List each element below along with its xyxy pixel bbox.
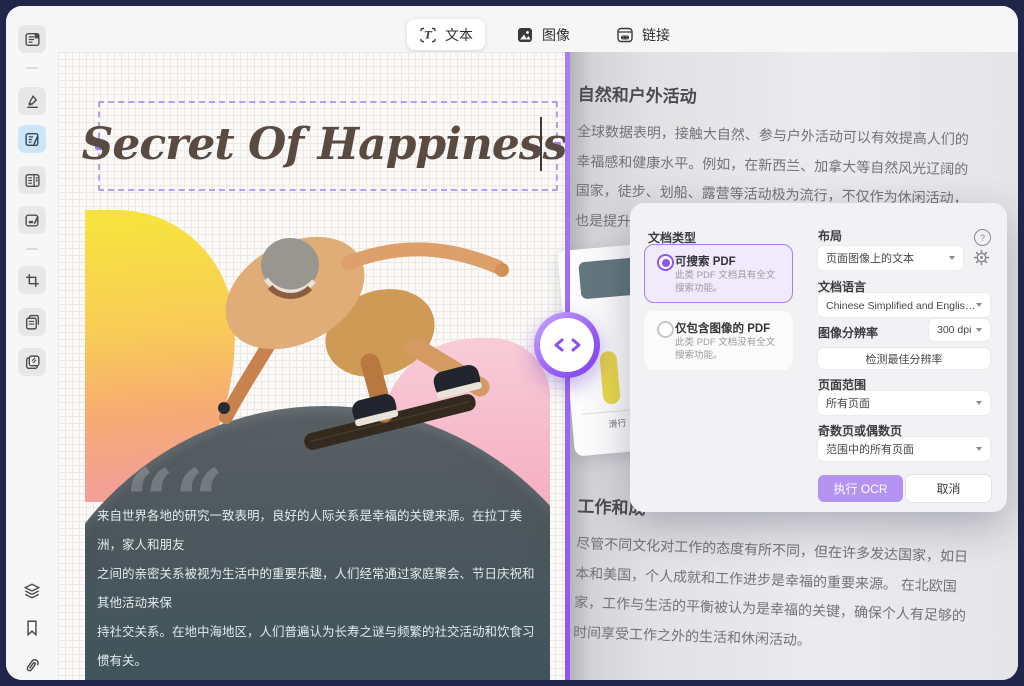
- quote-line: 来自世界各地的研究一致表明，良好的人际关系是幸福的关键来源。在拉丁美洲，家人和朋…: [97, 502, 544, 560]
- paperclip-icon: [23, 657, 41, 675]
- resolution-select[interactable]: 300 dpi: [929, 319, 990, 341]
- cancel-label: 取消: [936, 480, 960, 497]
- pages-tool-button[interactable]: [18, 308, 46, 336]
- edit-tool-button[interactable]: [18, 125, 46, 153]
- radio-selected-icon[interactable]: [657, 254, 674, 271]
- title-selection-box[interactable]: Secret Of Happiness: [98, 101, 558, 191]
- card-caption: 滑行: [608, 416, 627, 431]
- crop-icon: [24, 272, 41, 289]
- link-tool-icon: [616, 26, 634, 44]
- cancel-button[interactable]: 取消: [906, 475, 991, 502]
- stamp-icon: [24, 354, 41, 371]
- document-title[interactable]: Secret Of Happiness: [114, 109, 534, 179]
- option-description: 此类 PDF 文档具有全文搜索功能。: [675, 270, 781, 295]
- scan-heading-nature: 自然和户外活动: [577, 80, 979, 113]
- help-icon[interactable]: ?: [974, 229, 991, 246]
- resolution-label: 图像分辨率: [818, 324, 878, 341]
- text-tool-icon: T: [419, 26, 437, 44]
- layers-panel-button[interactable]: [20, 579, 44, 603]
- language-select[interactable]: Chinese Simplified and English-简...: [818, 293, 990, 317]
- sign-tool-button[interactable]: [18, 206, 46, 234]
- svg-text:T: T: [424, 30, 433, 41]
- chevron-left-icon: [553, 338, 564, 352]
- tab-link[interactable]: 链接: [604, 19, 682, 50]
- quote-paragraph[interactable]: 来自世界各地的研究一致表明，良好的人际关系是幸福的关键来源。在拉丁美洲，家人和朋…: [97, 502, 544, 676]
- option-description: 此类 PDF 文档没有全文搜索功能。: [675, 337, 781, 362]
- annotate-tool-button[interactable]: [18, 25, 46, 53]
- quote-line: 之间的亲密关系被视为生活中的重要乐趣，人们经常通过家庭聚会、节日庆祝和其他活动来…: [97, 560, 544, 618]
- layout-label: 布局: [818, 227, 842, 244]
- page-range-select[interactable]: 所有页面: [818, 391, 990, 415]
- chevron-down-icon: [976, 328, 982, 332]
- page-range-value: 所有页面: [826, 395, 870, 411]
- gear-icon[interactable]: [973, 249, 990, 266]
- text-cursor: [540, 117, 542, 171]
- stamp-tool-button[interactable]: [18, 348, 46, 376]
- option-label: 仅包含图像的 PDF: [675, 320, 770, 336]
- app-window: T 文本 图像 链接 Secret Of Happiness: [6, 6, 1018, 680]
- pages-icon: [24, 314, 41, 331]
- layout-value: 页面图像上的文本: [826, 250, 914, 266]
- bookmarks-panel-button[interactable]: [20, 616, 44, 640]
- top-toolbar: T 文本 图像 链接: [58, 6, 1018, 52]
- sign-icon: [24, 212, 41, 229]
- form-icon: [24, 172, 41, 189]
- tab-text[interactable]: T 文本: [407, 19, 485, 50]
- layout-select[interactable]: 页面图像上的文本: [818, 246, 963, 270]
- odd-even-select[interactable]: 范围中的所有页面: [818, 437, 990, 461]
- bookmark-icon: [23, 619, 41, 637]
- compare-drag-handle[interactable]: [534, 312, 600, 378]
- skateboarder-photo: [180, 215, 540, 485]
- crop-tool-button[interactable]: [18, 266, 46, 294]
- form-tool-button[interactable]: [18, 166, 46, 194]
- chevron-down-icon: [976, 303, 982, 307]
- option-image-only-pdf[interactable]: 仅包含图像的 PDF 此类 PDF 文档没有全文搜索功能。: [644, 311, 793, 370]
- attachments-panel-button[interactable]: [20, 654, 44, 678]
- edit-icon: [24, 131, 41, 148]
- highlighter-icon: [24, 93, 41, 110]
- option-searchable-pdf[interactable]: 可搜索 PDF 此类 PDF 文档具有全文搜索功能。: [644, 244, 793, 303]
- image-tool-icon: [516, 26, 534, 44]
- tab-image[interactable]: 图像: [504, 19, 582, 50]
- perform-ocr-label: 执行 OCR: [833, 480, 887, 497]
- perform-ocr-button[interactable]: 执行 OCR: [818, 475, 903, 502]
- layers-icon: [23, 582, 41, 600]
- document-canvas[interactable]: Secret Of Happiness: [58, 52, 565, 680]
- chevron-down-icon: [949, 256, 955, 260]
- ocr-settings-dialog: 文档类型 可搜索 PDF 此类 PDF 文档具有全文搜索功能。 仅包含图像的 P…: [630, 203, 1007, 512]
- sidebar-divider: [26, 248, 38, 250]
- chevron-down-icon: [976, 401, 982, 405]
- odd-even-value: 范围中的所有页面: [826, 441, 914, 457]
- resolution-value: 300 dpi: [937, 324, 971, 336]
- chevron-right-icon: [571, 338, 582, 352]
- option-label: 可搜索 PDF: [675, 253, 736, 269]
- detect-resolution-button[interactable]: 检测最佳分辨率: [818, 348, 990, 369]
- tab-link-label: 链接: [642, 25, 670, 45]
- tab-text-label: 文本: [445, 25, 473, 45]
- tab-image-label: 图像: [542, 25, 570, 45]
- annotate-icon: [24, 31, 41, 48]
- quote-line: 持社交关系。在地中海地区，人们普遍认为长寿之谜与频繁的社交活动和饮食习惯有关。: [97, 618, 544, 676]
- radio-unselected-icon[interactable]: [657, 321, 674, 338]
- sidebar-divider: [26, 67, 38, 69]
- card-pill-graphic: [599, 351, 621, 405]
- left-sidebar: [6, 6, 58, 680]
- photo-collage[interactable]: ““ 来自世界各地的研究一致表明，良好的人际关系是幸福的关键来源。在拉丁美洲，家…: [85, 210, 550, 680]
- scan-section-work: 工作和成 尽管不同文化对工作的态度有所不同，但在许多发达国家，如日 本和美国，个…: [573, 492, 980, 661]
- highlighter-tool-button[interactable]: [18, 87, 46, 115]
- chevron-down-icon: [976, 447, 982, 451]
- detect-resolution-label: 检测最佳分辨率: [866, 351, 943, 367]
- language-value: Chinese Simplified and English-简...: [826, 298, 976, 313]
- help-glyph: ?: [980, 233, 985, 243]
